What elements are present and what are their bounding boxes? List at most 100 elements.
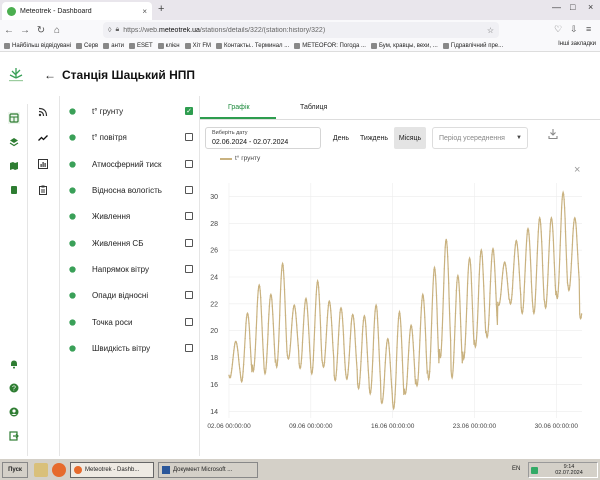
parameter-checkbox[interactable] xyxy=(185,133,193,141)
parameter-label: Швидкість вітру xyxy=(92,343,151,353)
month-button[interactable]: Місяць xyxy=(394,127,426,149)
bookmark-item[interactable]: Контакты.. Терминал ... xyxy=(216,42,289,49)
parameter-item[interactable]: Опади відносні xyxy=(60,282,200,308)
parameter-checkbox[interactable] xyxy=(185,265,193,273)
data-point xyxy=(435,283,437,285)
address-bar[interactable]: ◊ 🔒︎ https://web.meteotrek.ua/stations/d… xyxy=(103,22,499,38)
chart-legend[interactable]: t° грунту xyxy=(220,155,260,162)
data-point xyxy=(253,368,255,371)
parameter-item[interactable]: Атмосферний тиск xyxy=(60,151,200,177)
tab-close-icon[interactable]: × xyxy=(142,7,147,16)
date-range-picker[interactable]: Виберіть дату 02.06.2024 - 02.07.2024 xyxy=(205,127,321,149)
data-point xyxy=(299,366,302,368)
parameter-checkbox[interactable] xyxy=(185,318,193,326)
forward-icon[interactable]: → xyxy=(18,25,32,36)
parameter-item[interactable]: Швидкість вітру xyxy=(60,335,200,361)
data-point xyxy=(269,299,271,301)
minimize-icon[interactable]: — xyxy=(552,2,561,12)
data-point xyxy=(342,325,344,327)
bookmark-item[interactable]: анти xyxy=(103,42,124,49)
clock[interactable]: 9:14 02.07.2024 xyxy=(541,464,597,476)
bookmarks-bar: Найбільш відвідувані Серв анти ESET клієн Хіт… xyxy=(0,40,600,52)
other-bookmarks[interactable]: Інші закладки xyxy=(558,41,596,47)
map-icon[interactable] xyxy=(8,160,20,172)
parameter-item[interactable]: Живлення СБ xyxy=(60,230,200,256)
tray-icon[interactable] xyxy=(531,467,538,474)
tab-graph[interactable]: Графік xyxy=(228,104,250,111)
data-point xyxy=(444,256,446,258)
averaging-period-select[interactable]: Період усереднення ▼ xyxy=(432,127,528,149)
bell-icon[interactable] xyxy=(8,358,20,370)
bookmark-star-icon[interactable]: ☆ xyxy=(487,26,494,35)
user-icon[interactable] xyxy=(8,406,20,418)
book-icon[interactable] xyxy=(8,184,20,196)
parameter-checkbox[interactable] xyxy=(185,212,193,220)
bookmark-item[interactable]: Гідравлічний пре... xyxy=(442,42,503,49)
firefox-icon[interactable] xyxy=(52,463,66,477)
new-tab-icon[interactable]: + xyxy=(158,3,164,15)
task-word[interactable]: Документ Microsoft ... xyxy=(158,462,258,478)
parameter-item[interactable]: Напрямок вітру xyxy=(60,256,200,282)
bookmark-item[interactable]: METEOFOR: Погода ... xyxy=(294,42,366,49)
bookmark-item[interactable]: клієн xyxy=(157,42,180,49)
logout-icon[interactable] xyxy=(8,430,20,442)
parameter-item[interactable]: Живлення xyxy=(60,203,200,229)
data-point xyxy=(249,337,251,340)
browser-tab[interactable]: Meteotrek - Dashboard × xyxy=(2,2,152,20)
data-point xyxy=(540,231,542,233)
extensions-icon[interactable]: ⇩ xyxy=(570,24,578,35)
data-point xyxy=(347,374,349,376)
parameter-checkbox[interactable] xyxy=(185,186,193,194)
parameter-item[interactable]: t° повітря xyxy=(60,124,200,150)
task-firefox[interactable]: Meteotrek - Dashb... xyxy=(70,462,154,478)
close-window-icon[interactable]: × xyxy=(588,2,593,12)
trend-icon[interactable] xyxy=(37,132,49,144)
arrow-left-icon[interactable]: ← xyxy=(44,68,56,82)
back-icon[interactable]: ← xyxy=(2,25,16,36)
day-button[interactable]: День xyxy=(328,127,354,149)
bookmark-item[interactable]: Серв xyxy=(76,42,98,49)
bookmark-label: Найбільш відвідувані xyxy=(12,42,72,49)
data-point xyxy=(438,349,441,351)
data-point xyxy=(242,363,245,366)
rss-icon[interactable] xyxy=(37,106,49,118)
data-point xyxy=(360,351,363,353)
data-point xyxy=(348,362,350,364)
week-button[interactable]: Тиждень xyxy=(356,127,392,149)
menu-icon[interactable]: ≡ xyxy=(586,24,591,34)
layers-icon[interactable] xyxy=(8,136,20,148)
tab-table[interactable]: Таблиця xyxy=(300,104,327,111)
language-indicator[interactable]: EN xyxy=(512,466,520,472)
parameter-item[interactable]: Відносна вологість xyxy=(60,177,200,203)
parameter-checkbox[interactable] xyxy=(185,344,193,352)
data-point xyxy=(424,327,426,329)
parameter-checkbox[interactable] xyxy=(185,291,193,299)
help-icon[interactable]: ? xyxy=(8,382,20,394)
bookmark-item[interactable]: Бум, кравцы, вехи, ... xyxy=(370,42,438,49)
parameter-checkbox[interactable] xyxy=(185,239,193,247)
dashboard-icon[interactable] xyxy=(8,112,20,124)
parameter-item[interactable]: Точка роси xyxy=(60,309,200,335)
download-icon[interactable] xyxy=(548,128,558,140)
parameter-checkbox[interactable]: ✓ xyxy=(185,107,193,115)
clipboard-icon[interactable] xyxy=(37,184,49,196)
maximize-icon[interactable]: □ xyxy=(570,2,575,12)
bookmark-item[interactable]: Найбільш відвідувані xyxy=(4,42,72,49)
data-point xyxy=(373,326,375,329)
pocket-icon[interactable]: ♡ xyxy=(554,24,562,35)
data-point xyxy=(376,310,378,312)
parameter-item[interactable]: t° грунту ✓ xyxy=(60,98,200,124)
data-point xyxy=(425,351,427,353)
reload-icon[interactable]: ↻ xyxy=(34,25,48,36)
folder-icon[interactable] xyxy=(34,463,48,477)
bookmark-item[interactable]: Хіт FM xyxy=(184,42,211,49)
data-point xyxy=(320,338,322,340)
bookmark-item[interactable]: ESET xyxy=(129,42,153,49)
data-point xyxy=(574,217,576,219)
start-button[interactable]: Пуск xyxy=(2,462,28,478)
bar-chart-icon[interactable] xyxy=(37,158,49,170)
data-point xyxy=(370,391,372,393)
data-point xyxy=(431,308,433,310)
home-icon[interactable]: ⌂ xyxy=(50,25,64,36)
parameter-checkbox[interactable] xyxy=(185,160,193,168)
